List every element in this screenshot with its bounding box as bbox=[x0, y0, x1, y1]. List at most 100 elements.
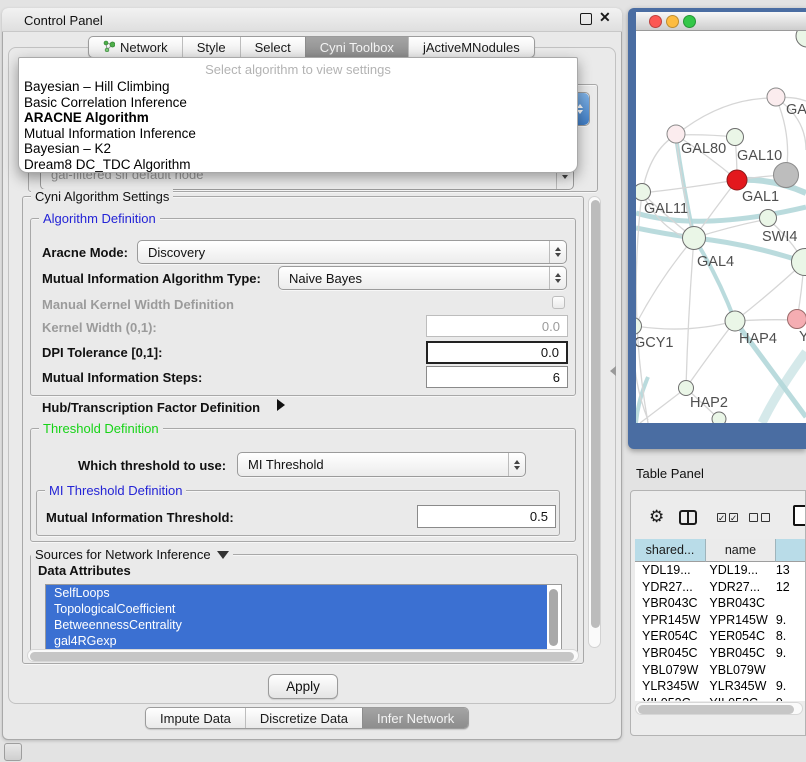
table-cell: 12 bbox=[769, 579, 806, 596]
network-canvas[interactable]: GALGAL80GAL10GAL1GAL11SWI4GAL4GCY1HAP4YH… bbox=[636, 31, 806, 423]
combo-spinner[interactable] bbox=[549, 241, 566, 263]
table-row[interactable]: YLR345WYLR345W9. bbox=[635, 678, 806, 695]
tab-network[interactable]: Network bbox=[89, 37, 182, 57]
algorithm-definition-title: Algorithm Definition bbox=[39, 211, 160, 226]
network-edge[interactable] bbox=[642, 135, 676, 193]
network-edge[interactable] bbox=[676, 98, 776, 135]
aracne-mode-combo[interactable]: Discovery bbox=[137, 240, 567, 264]
mi-threshold-field[interactable]: 0.5 bbox=[417, 505, 556, 528]
network-node-GAL1[interactable] bbox=[727, 170, 747, 190]
tab-infer-network[interactable]: Infer Network bbox=[362, 708, 468, 728]
close-icon[interactable]: ✕ bbox=[599, 9, 611, 26]
network-node-top-edge-node[interactable] bbox=[796, 31, 806, 47]
apply-button[interactable]: Apply bbox=[268, 674, 338, 699]
table-row[interactable]: YPR145WYPR145W9. bbox=[635, 612, 806, 629]
table-cell: 9. bbox=[769, 695, 806, 701]
data-attribute-item[interactable]: BetweennessCentrality bbox=[46, 617, 547, 633]
data-attribute-item[interactable]: TopologicalCoefficient bbox=[46, 601, 547, 617]
table-row[interactable]: YBR045CYBR045C9. bbox=[635, 645, 806, 662]
network-node-GAL4[interactable] bbox=[683, 227, 706, 250]
network-node-GAL11[interactable] bbox=[636, 184, 651, 201]
deselect-all-check-icon[interactable] bbox=[761, 513, 770, 522]
list-scrollbar-thumb[interactable] bbox=[549, 589, 558, 646]
table-column-header[interactable] bbox=[776, 539, 806, 562]
network-node-GAL[interactable] bbox=[767, 88, 785, 106]
minimize-traffic-light[interactable] bbox=[666, 15, 679, 28]
table-row[interactable]: YDL19...YDL19...13 bbox=[635, 562, 806, 579]
select-all-check-icon[interactable]: ✓ bbox=[729, 513, 738, 522]
network-node-gray-node[interactable] bbox=[774, 163, 799, 188]
table-row[interactable]: YIL052CYIL052C9. bbox=[635, 695, 806, 701]
gear-icon[interactable]: ⚙ bbox=[649, 507, 664, 527]
table-hscrollbar[interactable] bbox=[635, 702, 803, 715]
table-row[interactable]: YBR043CYBR043C bbox=[635, 595, 806, 612]
network-node-GAL10[interactable] bbox=[727, 129, 744, 146]
mi-type-combo[interactable]: Naive Bayes bbox=[278, 266, 567, 290]
table-cell: YER054C bbox=[635, 628, 702, 645]
algorithm-option[interactable]: Basic Correlation Inference bbox=[19, 95, 577, 111]
table-cell: 9. bbox=[769, 678, 806, 695]
deselect-all-check-icon[interactable] bbox=[749, 513, 758, 522]
hub-definition-label: Hub/Transcription Factor Definition bbox=[42, 400, 260, 415]
network-edge[interactable] bbox=[642, 180, 737, 193]
tab-jactivemnodules[interactable]: jActiveMNodules bbox=[408, 37, 534, 57]
network-node-HAP2[interactable] bbox=[679, 381, 694, 396]
network-node-bottom-node[interactable] bbox=[712, 412, 726, 423]
algorithm-option[interactable]: Bayesian – Hill Climbing bbox=[19, 79, 577, 95]
table-hscrollbar-thumb[interactable] bbox=[638, 705, 794, 714]
network-edge[interactable] bbox=[686, 238, 694, 388]
splitter-collapse-icon[interactable] bbox=[610, 366, 616, 376]
manual-kernel-label: Manual Kernel Width Definition bbox=[42, 297, 234, 312]
which-threshold-combo[interactable]: MI Threshold bbox=[237, 452, 526, 477]
settings-hscrollbar[interactable] bbox=[27, 649, 579, 662]
tab-select[interactable]: Select bbox=[240, 37, 305, 57]
combo-spinner[interactable] bbox=[508, 453, 525, 476]
table-row[interactable]: YDR27...YDR27...12 bbox=[635, 579, 806, 596]
settings-hscrollbar-thumb[interactable] bbox=[30, 652, 574, 661]
network-node-Y[interactable] bbox=[788, 310, 806, 329]
settings-vscrollbar[interactable] bbox=[588, 196, 601, 648]
tab-cyni-toolbox[interactable]: Cyni Toolbox bbox=[305, 37, 408, 57]
manual-kernel-checkbox[interactable] bbox=[552, 296, 565, 309]
tab-label: Select bbox=[255, 40, 291, 55]
tab-discretize-data[interactable]: Discretize Data bbox=[245, 708, 362, 728]
table-column-header[interactable]: name bbox=[706, 539, 776, 562]
expander-arrow-icon[interactable] bbox=[277, 399, 285, 411]
dpi-tolerance-field[interactable]: 0.0 bbox=[426, 341, 568, 364]
table-cell: YIL052C bbox=[635, 695, 702, 701]
algorithm-option[interactable]: ARACNE Algorithm bbox=[19, 110, 577, 126]
network-edge[interactable] bbox=[694, 238, 735, 321]
algorithm-option[interactable]: Dream8 DC_TDC Algorithm bbox=[19, 157, 577, 173]
tab-style[interactable]: Style bbox=[182, 37, 240, 57]
network-node-label: GAL4 bbox=[697, 254, 734, 270]
network-node-GCY1[interactable] bbox=[636, 318, 642, 335]
table-column-header[interactable]: shared... bbox=[635, 539, 706, 562]
network-edge[interactable] bbox=[636, 321, 735, 329]
tab-impute-data[interactable]: Impute Data bbox=[146, 708, 245, 728]
network-node-HAP4[interactable] bbox=[725, 311, 745, 331]
split-columns-icon[interactable] bbox=[679, 510, 697, 525]
algorithm-option[interactable]: Mutual Information Inference bbox=[19, 126, 577, 142]
data-attributes-list[interactable]: SelfLoopsTopologicalCoefficientBetweenne… bbox=[45, 584, 562, 651]
minimized-panel-icon[interactable] bbox=[4, 743, 22, 761]
combo-spinner[interactable] bbox=[549, 267, 566, 289]
settings-vscrollbar-thumb[interactable] bbox=[591, 200, 600, 628]
data-attribute-item[interactable]: gal4RGexp bbox=[46, 633, 547, 649]
select-all-check-icon[interactable]: ✓ bbox=[717, 513, 726, 522]
float-window-icon[interactable] bbox=[580, 13, 592, 25]
kernel-width-field[interactable]: 0.0 bbox=[426, 315, 568, 337]
network-edge[interactable] bbox=[686, 321, 735, 388]
network-node-SWI4[interactable] bbox=[760, 210, 777, 227]
network-edge[interactable] bbox=[636, 238, 694, 326]
table-row[interactable]: YBL079WYBL079W bbox=[635, 662, 806, 679]
data-attribute-item[interactable]: SelfLoops bbox=[46, 585, 547, 601]
collapse-arrow-icon[interactable] bbox=[217, 551, 229, 559]
zoom-traffic-light[interactable] bbox=[683, 15, 696, 28]
threshold-definition-title: Threshold Definition bbox=[39, 421, 163, 436]
table-row[interactable]: YER054CYER054C8. bbox=[635, 628, 806, 645]
algorithm-option[interactable]: Bayesian – K2 bbox=[19, 141, 577, 157]
network-node-label: GAL1 bbox=[742, 189, 779, 205]
mi-steps-field[interactable]: 6 bbox=[426, 366, 568, 388]
page-icon[interactable] bbox=[793, 505, 806, 526]
close-traffic-light[interactable] bbox=[649, 15, 662, 28]
